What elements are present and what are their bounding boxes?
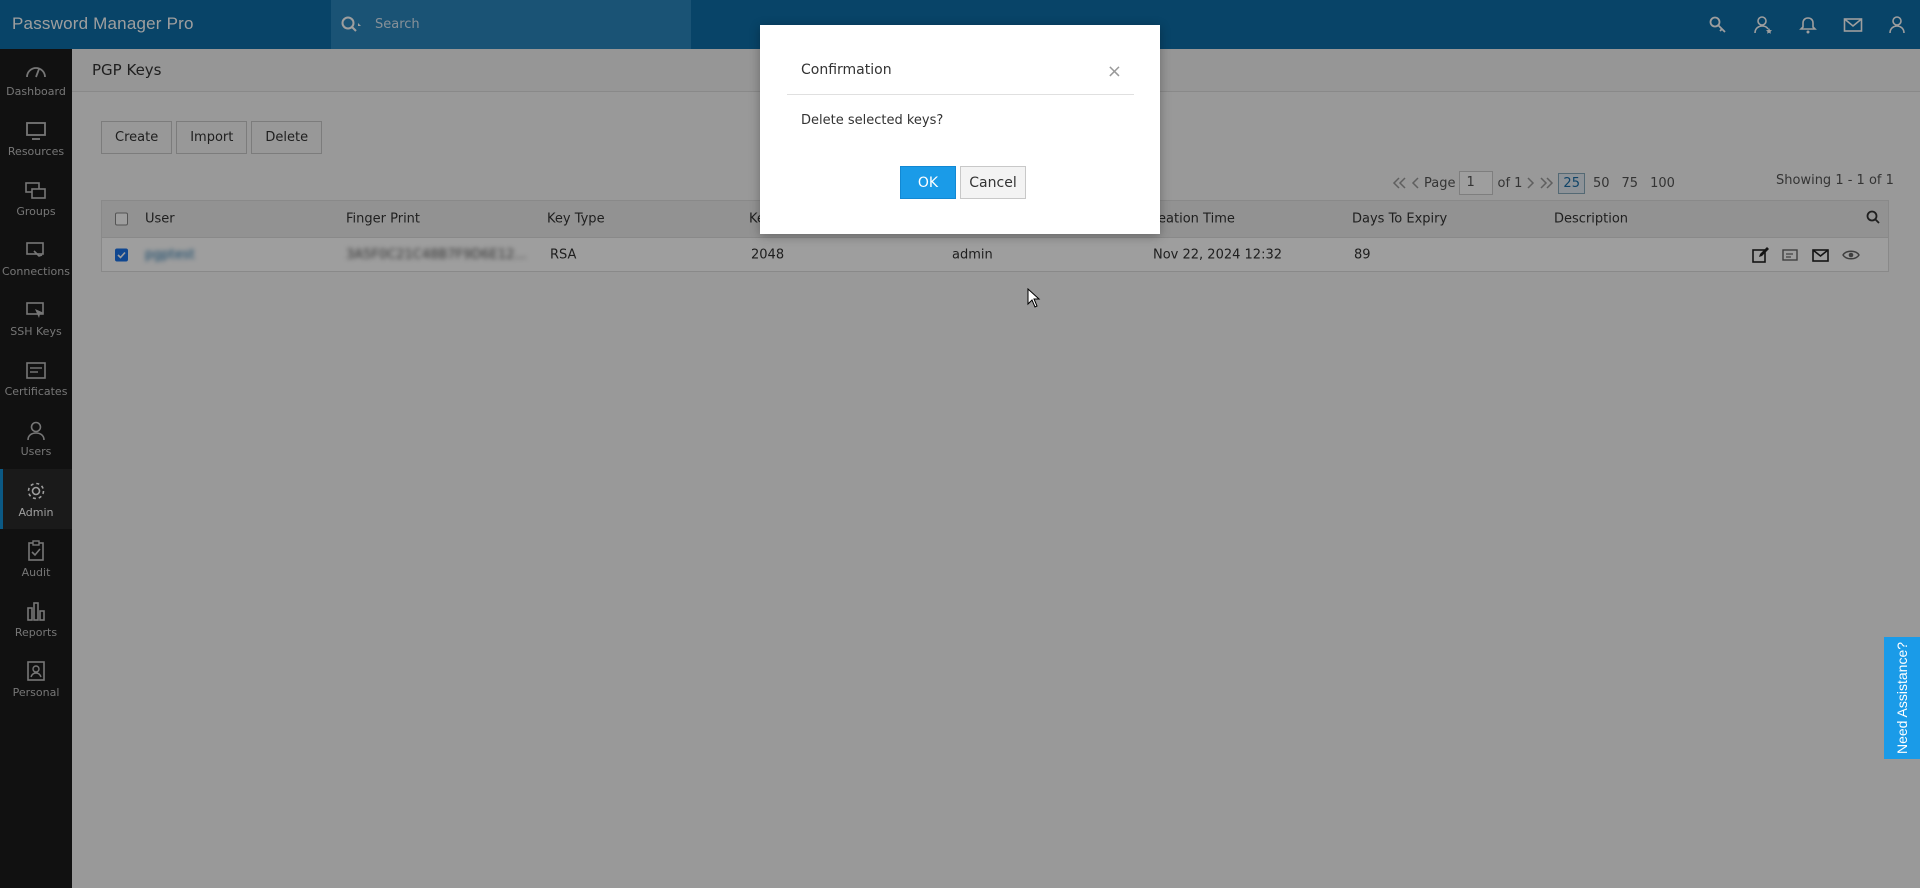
dialog-divider (787, 94, 1134, 95)
need-assistance-tab[interactable]: Need Assistance? (1884, 637, 1920, 759)
cancel-button[interactable]: Cancel (960, 166, 1026, 199)
modal-backdrop[interactable]: Confirmation × Delete selected keys? OK … (0, 0, 1920, 888)
dialog-message: Delete selected keys? (801, 113, 944, 128)
dialog-title: Confirmation (801, 62, 892, 78)
ok-button[interactable]: OK (900, 166, 956, 199)
confirmation-dialog: Confirmation × Delete selected keys? OK … (760, 25, 1160, 234)
dialog-buttons: OK Cancel (900, 166, 1026, 199)
need-assistance-label: Need Assistance? (1894, 641, 1911, 755)
mouse-cursor-icon (1027, 288, 1041, 308)
close-icon[interactable]: × (1107, 61, 1122, 82)
